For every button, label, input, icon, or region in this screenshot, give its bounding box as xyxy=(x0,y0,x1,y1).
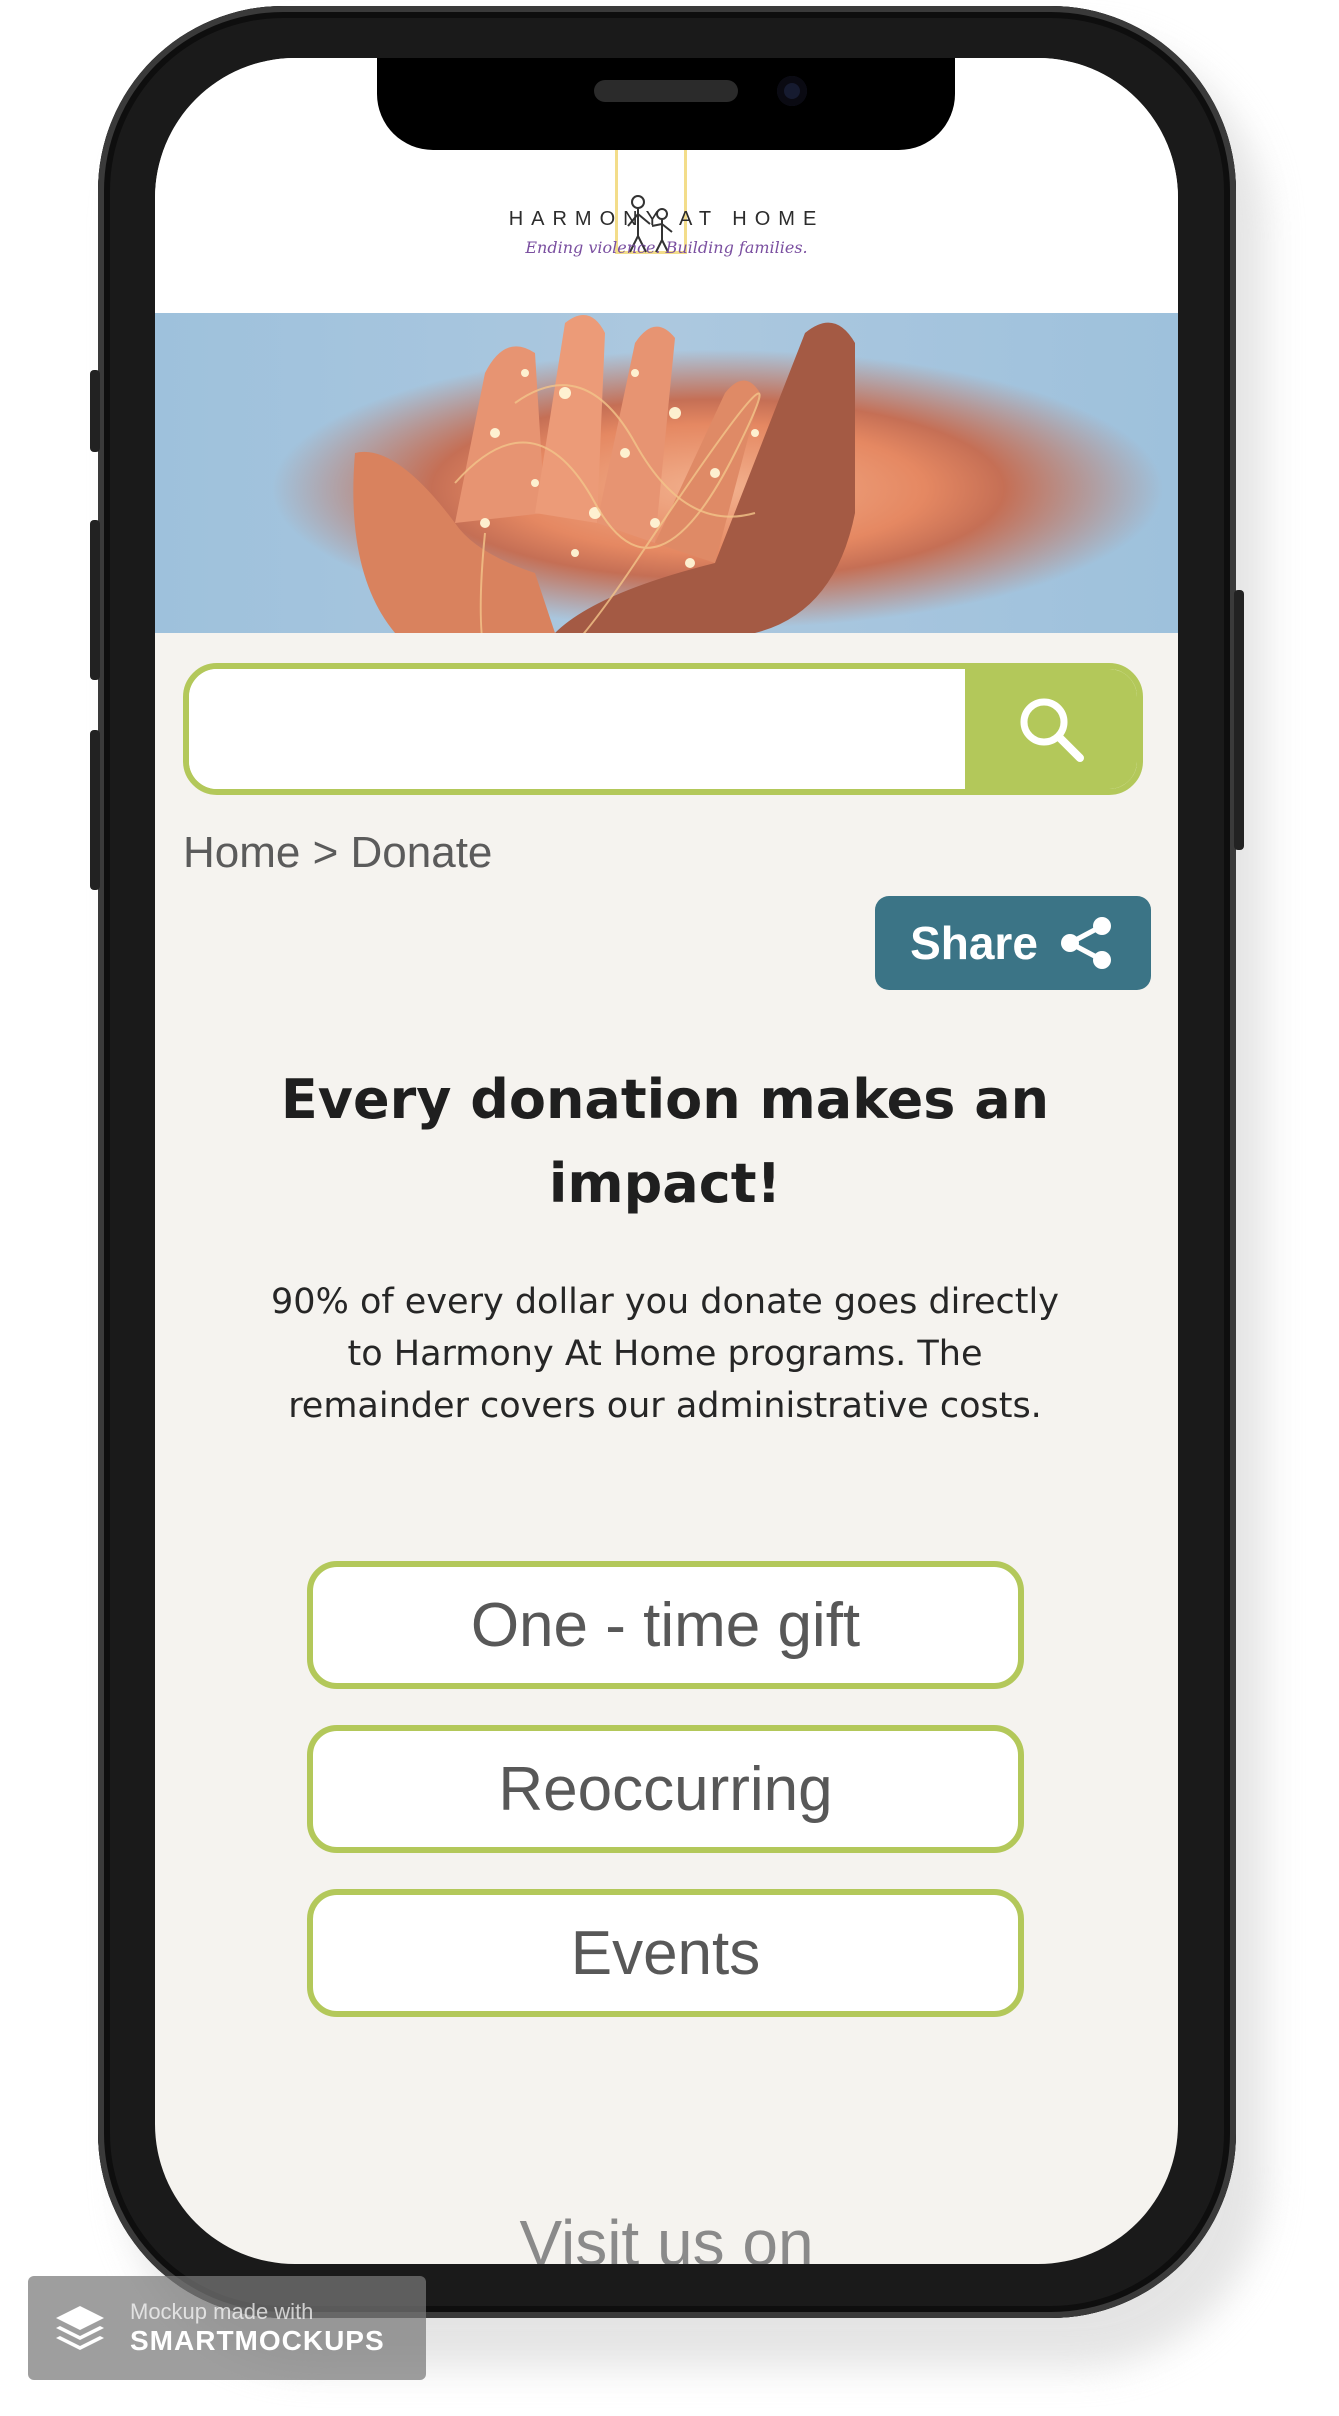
search-bar xyxy=(183,663,1143,795)
site-tagline: Ending violence. Building families. xyxy=(525,238,808,257)
volume-up-button xyxy=(90,520,100,680)
phone-notch xyxy=(377,58,955,150)
share-button[interactable]: Share xyxy=(875,896,1151,990)
side-button xyxy=(90,370,100,452)
search-button[interactable] xyxy=(965,669,1137,789)
reoccurring-button[interactable]: Reoccurring xyxy=(307,1725,1024,1853)
volume-down-button xyxy=(90,730,100,890)
visit-us-heading: Visit us on xyxy=(519,2207,814,2264)
share-icon xyxy=(1060,917,1111,969)
events-button[interactable]: Events xyxy=(307,1889,1024,2017)
breadcrumb[interactable]: Home > Donate xyxy=(183,828,492,878)
one-time-gift-button[interactable]: One - time gift xyxy=(307,1561,1024,1689)
share-label: Share xyxy=(910,917,1038,969)
watermark-brand: SMARTMOCKUPS xyxy=(130,2325,385,2356)
hero-image xyxy=(155,313,1178,633)
site-title: HARMONY AT HOME xyxy=(508,208,825,230)
layers-icon xyxy=(56,2306,104,2350)
phone-screen: HARMONY AT HOME Ending violence. Buildin… xyxy=(155,58,1178,2264)
search-icon xyxy=(1020,698,1084,762)
camera-icon xyxy=(777,76,807,106)
phone-speaker xyxy=(594,80,738,102)
power-button xyxy=(1234,590,1244,850)
page-headline: Every donation makes an impact! xyxy=(280,1068,1050,1215)
watermark-caption: Mockup made with xyxy=(130,2299,314,2324)
smartmockups-watermark: Mockup made with SMARTMOCKUPS xyxy=(28,2276,426,2380)
search-input[interactable] xyxy=(189,669,964,789)
hands-with-lights-illustration xyxy=(353,315,855,633)
donation-description: 90% of every dollar you donate goes dire… xyxy=(271,1282,1059,1426)
